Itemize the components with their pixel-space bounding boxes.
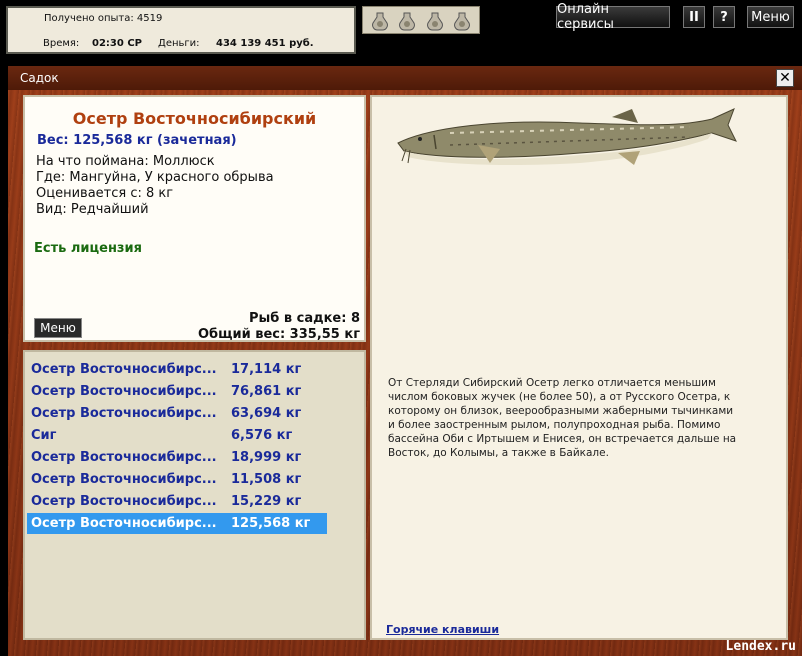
list-item-weight: 125,568 кг: [231, 516, 311, 531]
list-item-name: Сиг: [31, 428, 57, 443]
list-item[interactable]: Осетр Восточносибирс... 18,999 кг: [27, 447, 327, 468]
fish-count: Рыб в садке: 8: [248, 311, 360, 326]
list-item-weight: 11,508 кг: [231, 472, 302, 487]
location-text: Где: Мангуйна, У красного обрыва: [36, 170, 274, 185]
catch-list: Осетр Восточносибирс... 17,114 кг Осетр В…: [23, 350, 366, 640]
main-menu-button[interactable]: Меню: [747, 6, 794, 28]
list-item[interactable]: Осетр Восточносибирс... 11,508 кг: [27, 469, 327, 490]
list-item[interactable]: Сиг 6,576 кг: [27, 425, 327, 446]
list-item[interactable]: Осетр Восточносибирс... 17,114 кг: [27, 359, 327, 380]
bait-slot-1[interactable]: [367, 9, 393, 33]
player-stats-panel: Получено опыта: 4519 Время: 02:30 СР Ден…: [6, 6, 356, 54]
sturgeon-illustration: [397, 108, 737, 165]
list-item-weight: 15,229 кг: [231, 494, 302, 509]
fish-info-panel: Осетр Восточносибирский Вес: 125,568 кг …: [23, 95, 366, 342]
bait-slots: [362, 6, 480, 34]
list-item-name: Осетр Восточносибирс...: [31, 516, 217, 531]
time-label: Время:: [43, 38, 80, 49]
watermark: Lendex.ru: [725, 639, 796, 654]
keeper-window: Садок ✕ Осетр Восточносибирский Вес: 125…: [8, 62, 802, 656]
bait-slot-4[interactable]: [450, 9, 476, 33]
fish-weight: Вес: 125,568 кг (зачетная): [37, 133, 237, 148]
caught-on-text: На что поймана: Моллюск: [36, 154, 215, 169]
list-item[interactable]: Осетр Восточносибирс... 63,694 кг: [27, 403, 327, 424]
list-item[interactable]: Осетр Восточносибирс... 15,229 кг: [27, 491, 327, 512]
close-button[interactable]: ✕: [776, 69, 794, 87]
fish-name: Осетр Восточносибирский: [72, 109, 317, 128]
fish-description-panel: От Стерляди Сибирский Осетр легко отлича…: [370, 95, 788, 640]
help-button[interactable]: ?: [713, 6, 735, 28]
list-item-name: Осетр Восточносибирс...: [31, 384, 217, 399]
hotkeys-link[interactable]: Горячие клавиши: [386, 623, 499, 636]
list-item-name: Осетр Восточносибирс...: [31, 494, 217, 509]
window-title: Садок: [20, 71, 59, 85]
experience-text: Получено опыта: 4519: [44, 13, 163, 24]
fish-description: От Стерляди Сибирский Осетр легко отлича…: [388, 377, 737, 459]
window-titlebar: Садок ✕: [8, 66, 802, 90]
pause-button[interactable]: II: [683, 6, 705, 28]
list-item-name: Осетр Восточносибирс...: [31, 406, 217, 421]
bait-jar-icon: [454, 12, 471, 31]
total-weight: Общий вес: 335,55 кг: [197, 327, 360, 342]
bait-jar-icon: [371, 12, 388, 31]
list-item-weight: 18,999 кг: [231, 450, 302, 465]
bait-slot-3[interactable]: [422, 9, 448, 33]
list-item-name: Осетр Восточносибирс...: [31, 362, 217, 377]
fish-menu-button[interactable]: Меню: [34, 318, 82, 338]
online-services-button[interactable]: Онлайн сервисы: [556, 2, 670, 32]
list-item-selected[interactable]: Осетр Восточносибирс... 125,568 кг: [27, 513, 327, 534]
list-item-weight: 17,114 кг: [231, 362, 302, 377]
bait-jar-icon: [399, 12, 416, 31]
top-bar: Получено опыта: 4519 Время: 02:30 СР Ден…: [0, 0, 802, 62]
valued-from-text: Оценивается с: 8 кг: [36, 186, 174, 201]
list-item-weight: 76,861 кг: [231, 384, 302, 399]
list-item-name: Осетр Восточносибирс...: [31, 450, 217, 465]
time-value: 02:30 СР: [92, 38, 142, 49]
list-item[interactable]: Осетр Восточносибирс... 76,861 кг: [27, 381, 327, 402]
kind-text: Вид: Редчайший: [36, 202, 149, 217]
money-value: 434 139 451 руб.: [216, 38, 314, 49]
license-status: Есть лицензия: [34, 241, 142, 256]
bait-slot-2[interactable]: [395, 9, 421, 33]
money-label: Деньги:: [158, 38, 200, 49]
list-item-weight: 63,694 кг: [231, 406, 302, 421]
keeper-summary: Рыб в садке: 8 Общий вес: 335,55 кг: [198, 311, 360, 343]
list-item-name: Осетр Восточносибирс...: [31, 472, 217, 487]
list-item-weight: 6,576 кг: [231, 428, 293, 443]
bait-jar-icon: [426, 12, 443, 31]
